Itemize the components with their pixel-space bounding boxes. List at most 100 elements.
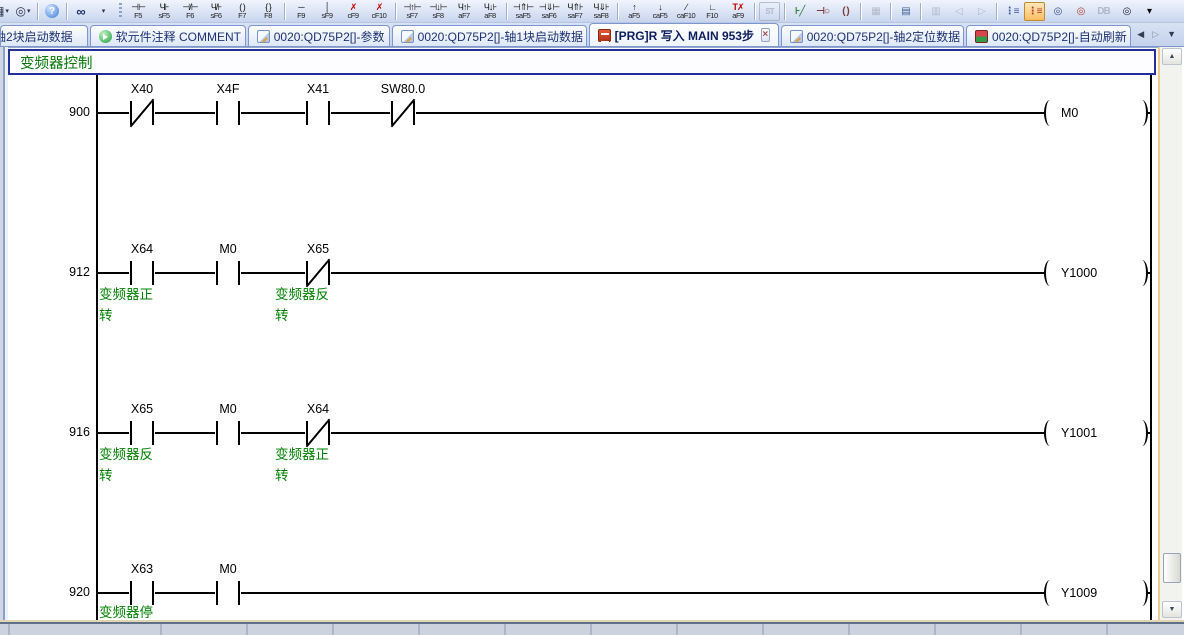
- tab-block2-start-data[interactable]: 轴2块启动数据: [0, 25, 88, 46]
- zoom-button[interactable]: ◎: [1116, 2, 1137, 21]
- write-mode-button[interactable]: ▤: [895, 2, 916, 21]
- output-coil[interactable]: Y1001: [1044, 418, 1148, 448]
- device-batch-button[interactable]: DB: [1093, 2, 1114, 21]
- device-display-button[interactable]: ◎: [1047, 2, 1068, 21]
- program-tab-icon: [598, 29, 611, 42]
- st-mode-button[interactable]: ST: [759, 2, 780, 21]
- rung-wire: [97, 592, 1152, 594]
- edit-wire-button[interactable]: ⊦╱: [789, 2, 810, 21]
- output-coil[interactable]: Y1000: [1044, 258, 1148, 288]
- contact-no[interactable]: [215, 421, 241, 445]
- tab-label: [PRG]R 写入 MAIN 953步: [615, 27, 754, 44]
- toolbar-options-button[interactable]: ▾: [93, 1, 113, 21]
- tab-qd75p2-auto-refresh[interactable]: 0020:QD75P2[]-自动刷新: [966, 25, 1131, 46]
- toolbar: ▦ ▾ ◎ ▾ ? ∞ ▾ ⊣⊢F5 Ч⊦sF5 ⊣/⊢F6 Ч/⊦sF6 ( …: [0, 0, 1184, 23]
- ladder-editor-canvas[interactable]: [0, 47, 1184, 620]
- wire-edit-icon: ⊦╱: [795, 6, 804, 17]
- contact-nc[interactable]: [129, 101, 155, 125]
- vertical-scroll-thumb[interactable]: [1163, 553, 1181, 583]
- device-find-icon[interactable]: ◎ ▾: [13, 1, 33, 21]
- contact-nc[interactable]: [390, 101, 416, 125]
- device-label: X64: [275, 402, 361, 416]
- dropdown-arrow-icon: ▾: [27, 7, 31, 15]
- scroll-up-button[interactable]: ▲: [1162, 48, 1182, 65]
- parameter-tab-icon: [401, 30, 414, 43]
- key-label: sF9: [321, 12, 332, 20]
- device-comment: 变频器正转: [275, 444, 335, 486]
- tab-prg-main-active[interactable]: [PRG]R 写入 MAIN 953步 ×: [589, 23, 779, 46]
- tab-device-comment[interactable]: 软元件注释 COMMENT: [90, 25, 246, 46]
- tab-qd75p2-parameter[interactable]: 0020:QD75P2[]-参数: [248, 25, 390, 46]
- list-display-button[interactable]: ⋮≡: [1001, 2, 1022, 21]
- ladder-hline-button[interactable]: ─F9: [288, 1, 314, 22]
- tab-scroll-left-button[interactable]: ◀: [1133, 27, 1148, 42]
- toolbar-overflow-button[interactable]: ▾: [1139, 2, 1160, 21]
- device-label: X64: [99, 242, 185, 256]
- list-edit-button[interactable]: ⋮≡: [1024, 2, 1045, 21]
- ladder-vline-button[interactable]: │sF9: [314, 1, 340, 22]
- device-label: X41: [275, 82, 361, 96]
- contact-no[interactable]: [129, 421, 155, 445]
- tab-label: 轴2块启动数据: [0, 28, 73, 45]
- ladder-falling-branch-button[interactable]: Ч↓⊦aF8: [477, 1, 503, 22]
- key-label: sF7: [406, 12, 417, 20]
- contact-no[interactable]: [129, 261, 155, 285]
- tab-qd75p2-axis1-block-start[interactable]: 0020:QD75P2[]-轴1块启动数据: [392, 25, 587, 46]
- ladder-invert-down-button[interactable]: ↓caF5: [647, 1, 673, 22]
- ladder-delete-hline-button[interactable]: ✗cF9: [340, 1, 366, 22]
- toolbar-separator: [506, 3, 507, 20]
- contact-no[interactable]: [215, 101, 241, 125]
- ladder-open-branch-button[interactable]: Ч⊦sF5: [151, 1, 177, 22]
- ladder-rising-pulse-button[interactable]: ⊣↑⊢sF7: [399, 1, 425, 22]
- tab-label: 0020:QD75P2[]-轴2定位数据: [807, 28, 960, 45]
- rung-wire: [97, 432, 1152, 434]
- ladder-convert-button[interactable]: ∟F10: [699, 1, 725, 22]
- horizontal-scrollbar[interactable]: [0, 624, 1184, 635]
- tab-close-icon[interactable]: ×: [761, 28, 770, 42]
- contact-no[interactable]: [215, 581, 241, 605]
- find-next-button[interactable]: ▷: [971, 2, 992, 21]
- ladder-pulse-ne-contact-button[interactable]: ⊣⇑⊢saF5: [510, 1, 536, 22]
- ladder-falling-pulse-button[interactable]: ⊣↓⊢sF8: [425, 1, 451, 22]
- tab-list-menu-button[interactable]: ▼: [1163, 27, 1180, 41]
- ladder-delete-trace-button[interactable]: Т✗aF9: [725, 1, 751, 22]
- key-label: aF7: [458, 12, 469, 20]
- find-prev-button[interactable]: ◁: [948, 2, 969, 21]
- toolbar-separator: [66, 3, 67, 20]
- ladder-pulse-nd-branch-button[interactable]: Ч⇓⊦saF8: [588, 1, 614, 22]
- ladder-close-branch-button[interactable]: Ч/⊦sF6: [203, 1, 229, 22]
- ladder-delete-vline-button[interactable]: ✗cF10: [366, 1, 392, 22]
- rung-title-comment-row[interactable]: 变频器控制: [8, 49, 1156, 75]
- ladder-coil-button[interactable]: ( )F7: [229, 1, 255, 22]
- ladder-application-button[interactable]: { }F8: [255, 1, 281, 22]
- ladder-rising-branch-button[interactable]: Ч↑⊦aF7: [451, 1, 477, 22]
- statement-icon: ▥: [931, 6, 939, 17]
- coil-label: Y1001: [1061, 426, 1097, 440]
- output-coil[interactable]: M0: [1044, 98, 1148, 128]
- contact-nc[interactable]: [305, 261, 331, 285]
- coil-left-arc: [1044, 100, 1056, 126]
- help-button[interactable]: ?: [42, 1, 62, 21]
- read-mode-button[interactable]: ▦: [865, 2, 886, 21]
- ladder-invert-up-button[interactable]: ↑aF5: [621, 1, 647, 22]
- contact-no[interactable]: [215, 261, 241, 285]
- tab-scroll-right-button[interactable]: ▷: [1148, 27, 1163, 42]
- ladder-open-contact-button[interactable]: ⊣⊢F5: [125, 1, 151, 22]
- ladder-pulse-nd-contact-button[interactable]: ⊣⇓⊢saF6: [536, 1, 562, 22]
- ladder-pulse-ne-branch-button[interactable]: Ч⇑⊦saF7: [562, 1, 588, 22]
- device-edit-button[interactable]: ◎: [1070, 2, 1091, 21]
- ladder-invert-result-button[interactable]: ∕caF10: [673, 1, 699, 22]
- contact-no[interactable]: [305, 101, 331, 125]
- edit-contact-button[interactable]: ⊣○: [812, 2, 833, 21]
- tab-qd75p2-axis2-positioning[interactable]: 0020:QD75P2[]-轴2定位数据: [781, 25, 964, 46]
- chevron-down-icon: ▾: [1147, 6, 1152, 17]
- contact-nc[interactable]: [305, 421, 331, 445]
- edit-coil-button[interactable]: ( ): [835, 2, 856, 21]
- cross-reference-button[interactable]: ∞: [71, 1, 91, 21]
- output-coil[interactable]: Y1009: [1044, 578, 1148, 608]
- scroll-down-button[interactable]: ▼: [1162, 601, 1182, 618]
- statement-button[interactable]: ▥: [925, 2, 946, 21]
- ladder-close-contact-button[interactable]: ⊣/⊢F6: [177, 1, 203, 22]
- project-data-list-icon[interactable]: ▦ ▾: [0, 1, 11, 21]
- vertical-scrollbar[interactable]: ▲ ▼: [1158, 47, 1182, 620]
